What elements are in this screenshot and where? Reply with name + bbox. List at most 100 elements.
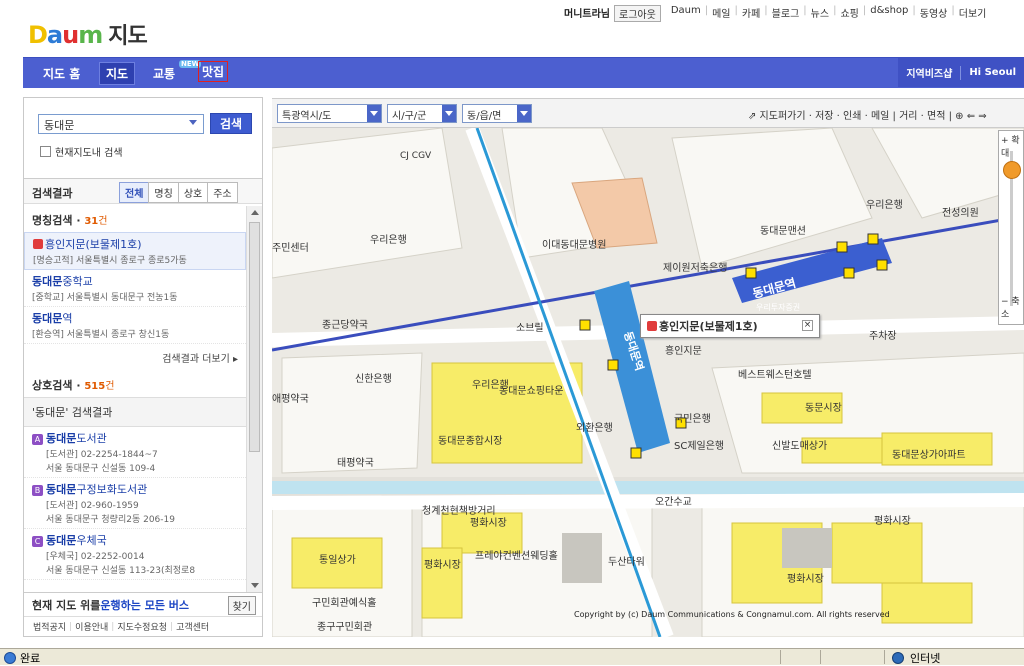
dropdown-arrow-icon[interactable] [189, 120, 197, 125]
svg-text:동대문쇼핑타운: 동대문쇼핑타운 [499, 385, 563, 397]
popup-title: 흥인지문(보물제1호) [659, 320, 758, 333]
svg-text:주차장: 주차장 [869, 330, 897, 342]
svg-text:두산타워: 두산타워 [608, 555, 645, 568]
footer-guide[interactable]: 이용안내 [72, 620, 111, 633]
tab-all[interactable]: 전체 [119, 182, 150, 203]
footer-links: 법적공지 | 이용안내 | 지도수정요청 | 고객센터 [24, 616, 262, 636]
svg-text:평화시장: 평화시장 [787, 573, 824, 585]
list-item[interactable]: C 동대문우체국 [우체국] 02-2252-0014 서울 동대문구 신설동 1… [24, 529, 246, 580]
svg-text:프레야컨벤션웨딩홀: 프레야컨벤션웨딩홀 [475, 549, 558, 562]
list-item[interactable]: 흥인지문(보물제1호) [명승고적] 서울특별시 종로구 종로5가동 [24, 232, 246, 270]
search-in-map-label: 현재지도내 검색 [55, 148, 123, 159]
top-link-cafe[interactable]: 카페 [738, 5, 764, 22]
svg-text:통일상가: 통일상가 [319, 554, 356, 566]
nav-right-links: 지역비즈샵 Hi Seoul [898, 58, 1024, 87]
close-icon[interactable]: × [802, 320, 813, 331]
browser-status-bar: 완료 인터넷 [0, 648, 1024, 665]
zoom-control: + 확대 − 축소 [998, 130, 1024, 325]
nav-map-home[interactable]: 지도 홈 [43, 65, 80, 82]
search-input-value: 동대문 [44, 119, 75, 132]
svg-text:국민은행: 국민은행 [674, 413, 711, 425]
name-search-count: 31건 [84, 216, 108, 227]
daum-map-logo[interactable]: Daum 지도 [28, 18, 148, 50]
location-pin-icon [33, 239, 43, 249]
svg-text:태평약국: 태평약국 [337, 457, 374, 469]
main-navbar: 지도 홈 지도 교통 NEW 맛집 지역비즈샵 Hi Seoul [23, 57, 1024, 88]
district-select[interactable]: 시/구/군 [387, 104, 457, 123]
svg-text:평화시장: 평화시장 [470, 517, 507, 529]
logout-button[interactable]: 로그아웃 [614, 5, 661, 22]
tab-name[interactable]: 명칭 [148, 182, 179, 203]
map-view[interactable]: 우리은행 이대동대문병원 제이원저축은행 동대문맨션 우리은행 우리투자증권 종… [272, 128, 1024, 637]
zoom-out-button[interactable]: − 축소 [999, 292, 1023, 322]
town-select[interactable]: 동/읍/면 [462, 104, 532, 123]
svg-text:외환은행: 외환은행 [576, 422, 613, 434]
result-tabs: 전체 명칭 상호 주소 [119, 182, 238, 203]
chevron-down-icon [367, 105, 381, 122]
status-text: 완료 [20, 652, 41, 665]
top-link-video[interactable]: 동영상 [916, 5, 952, 22]
list-item[interactable]: B 동대문구정보화도서관 [도서관] 02-960-1959 서울 동대문구 청량… [24, 478, 246, 529]
svg-text:종근당약국: 종근당약국 [322, 319, 368, 331]
tab-business[interactable]: 상호 [177, 182, 209, 203]
bus-finder-bar: 현재 지도 위를 운행하는 모든 버스 찾기 [24, 592, 262, 616]
nav-biz-shop[interactable]: 지역비즈샵 [898, 65, 960, 80]
nav-restaurants[interactable]: 맛집 [198, 61, 229, 82]
search-in-map-option[interactable]: 현재지도내 검색 [40, 144, 123, 159]
place-popup[interactable]: 흥인지문(보물제1호) × [640, 314, 820, 338]
top-link-shopping[interactable]: 쇼핑 [836, 5, 862, 22]
search-in-map-checkbox[interactable] [40, 146, 51, 157]
svg-text:종구구민회관: 종구구민회관 [317, 621, 372, 633]
svg-text:동대문맨션: 동대문맨션 [760, 225, 806, 237]
zone-text: 인터넷 [910, 652, 941, 665]
nav-map[interactable]: 지도 [99, 62, 136, 85]
zoom-slider-handle[interactable] [1003, 161, 1021, 179]
user-name: 머니트라님 [564, 9, 610, 20]
footer-map-edit[interactable]: 지도수정요청 [114, 620, 170, 633]
svg-text:동문시장: 동문시장 [805, 402, 842, 414]
top-link-dshop[interactable]: d&shop [866, 5, 912, 22]
map-tools[interactable]: ⇗ 지도퍼가기 · 저장 · 인쇄 · 메일 | 거리 · 면적 | ⊕ ⇐ ⇒ [748, 107, 987, 122]
results-list: 명칭검색 · 31건 흥인지문(보물제1호) [명승고적] 서울특별시 종로구 … [24, 206, 246, 592]
tab-address[interactable]: 주소 [207, 182, 238, 203]
svg-text:평화시장: 평화시장 [874, 515, 911, 527]
nav-traffic-label: 교통 [153, 67, 176, 81]
top-links: 머니트라님 로그아웃 Daum | 메일 | 카페 | 블로그 | 뉴스 | 쇼핑 | d&… [560, 5, 1020, 22]
scroll-down-icon[interactable] [251, 583, 259, 588]
svg-text:소브릴: 소브릴 [516, 321, 544, 334]
list-item[interactable]: 동대문역 [환승역] 서울특별시 종로구 창신1동 [24, 307, 246, 344]
svg-text:청계천현책방거리: 청계천현책방거리 [422, 505, 496, 517]
business-search-count: 515건 [84, 381, 115, 392]
svg-text:베스트웨스턴호텔: 베스트웨스턴호텔 [738, 369, 812, 381]
svg-text:우리투자증권: 우리투자증권 [756, 302, 800, 312]
results-scrollbar[interactable] [246, 206, 262, 592]
top-link-blog[interactable]: 블로그 [768, 5, 804, 22]
name-search-title: 명칭검색 · 31건 [32, 214, 108, 227]
top-link-news[interactable]: 뉴스 [807, 5, 833, 22]
more-results-link[interactable]: 검색결과 더보기 ▸ [24, 344, 246, 371]
footer-support[interactable]: 고객센터 [173, 620, 212, 633]
top-link-more[interactable]: 더보기 [955, 5, 991, 22]
province-select[interactable]: 특광역시/도 [277, 104, 382, 123]
map-canvas[interactable]: 우리은행 이대동대문병원 제이원저축은행 동대문맨션 우리은행 우리투자증권 종… [272, 128, 1024, 637]
svg-text:우리은행: 우리은행 [866, 199, 903, 211]
marker-c-icon: C [32, 536, 43, 547]
svg-text:동대문종합시장: 동대문종합시장 [438, 435, 502, 447]
nav-hi-seoul[interactable]: Hi Seoul [961, 67, 1024, 78]
svg-text:SC제일은행: SC제일은행 [674, 440, 724, 452]
nav-traffic[interactable]: 교통 NEW [153, 60, 202, 82]
svg-text:애평약국: 애평약국 [272, 393, 309, 405]
top-link-mail[interactable]: 메일 [708, 5, 734, 22]
marker-b-icon: B [32, 485, 43, 496]
svg-text:동대문상가아파트: 동대문상가아파트 [892, 449, 966, 461]
svg-text:신한은행: 신한은행 [355, 373, 392, 385]
find-bus-button[interactable]: 찾기 [227, 596, 256, 615]
search-button[interactable]: 검색 [210, 113, 252, 134]
top-link-daum[interactable]: Daum [667, 5, 705, 22]
list-item[interactable]: A 동대문도서관 [도서관] 02-2254-1844~7 서울 동대문구 신설동… [24, 427, 246, 478]
search-input[interactable]: 동대문 [38, 114, 204, 134]
scroll-up-icon[interactable] [251, 210, 259, 215]
scroll-thumb[interactable] [249, 222, 260, 452]
footer-legal[interactable]: 법적공지 [30, 620, 69, 633]
list-item[interactable]: 동대문중학교 [중학교] 서울특별시 동대문구 전농1동 [24, 270, 246, 307]
